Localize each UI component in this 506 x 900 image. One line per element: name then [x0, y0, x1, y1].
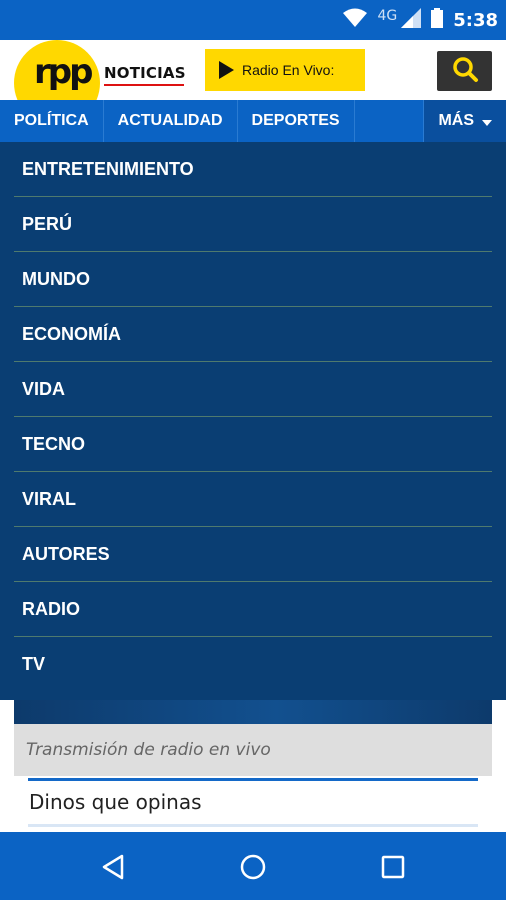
recents-icon — [381, 855, 405, 879]
search-button[interactable] — [437, 51, 492, 91]
menu-item-autores[interactable]: AUTORES — [14, 527, 492, 582]
menu-item-entretenimiento[interactable]: ENTRETENIMIENTO — [14, 142, 492, 197]
divider — [28, 824, 478, 827]
category-tabs: POLÍTICA ACTUALIDAD DEPORTES MÁS — [0, 100, 506, 142]
menu-item-mundo[interactable]: MUNDO — [14, 252, 492, 307]
menu-item-tv[interactable]: TV — [14, 637, 492, 692]
radio-live-label: Radio En Vivo: — [242, 62, 335, 78]
status-bar: 4G 5:38 — [0, 0, 506, 40]
app-header: RPP NOTICIAS Radio En Vivo: — [0, 40, 506, 126]
opinion-prompt[interactable]: Dinos que opinas — [29, 790, 202, 814]
system-navigation-bar — [0, 832, 506, 900]
tab-more[interactable]: MÁS — [423, 100, 506, 142]
live-radio-text: Transmisión de radio en vivo — [26, 740, 271, 760]
menu-item-radio[interactable]: RADIO — [14, 582, 492, 637]
signal-icon — [401, 7, 422, 33]
home-button[interactable] — [236, 850, 270, 884]
logo-text: RPP — [34, 52, 93, 92]
home-icon — [240, 854, 266, 880]
network-type: 4G — [377, 8, 398, 24]
tab-politica[interactable]: POLÍTICA — [0, 100, 104, 142]
chevron-down-icon — [482, 119, 492, 126]
menu-item-tecno[interactable]: TECNO — [14, 417, 492, 472]
back-button[interactable] — [96, 850, 130, 884]
live-radio-bar[interactable]: Transmisión de radio en vivo — [14, 724, 492, 776]
menu-item-viral[interactable]: VIRAL — [14, 472, 492, 527]
divider — [28, 778, 478, 781]
clock: 5:38 — [453, 9, 498, 31]
tab-actualidad[interactable]: ACTUALIDAD — [104, 100, 238, 142]
battery-icon — [431, 7, 444, 33]
menu-item-vida[interactable]: VIDA — [14, 362, 492, 417]
radio-live-button[interactable]: Radio En Vivo: — [205, 49, 365, 91]
search-icon — [451, 55, 479, 88]
menu-item-economia[interactable]: ECONOMÍA — [14, 307, 492, 362]
brand-label: NOTICIAS — [104, 64, 186, 82]
play-icon — [219, 61, 234, 79]
menu-item-peru[interactable]: PERÚ — [14, 197, 492, 252]
recents-button[interactable] — [376, 850, 410, 884]
brand-underline — [104, 84, 184, 86]
tab-more-label: MÁS — [438, 112, 474, 129]
live-banner-image — [14, 700, 492, 724]
more-dropdown-menu: ENTRETENIMIENTO PERÚ MUNDO ECONOMÍA VIDA… — [0, 142, 506, 700]
wifi-icon — [343, 8, 368, 33]
back-icon — [102, 854, 124, 880]
tab-deportes[interactable]: DEPORTES — [238, 100, 355, 142]
